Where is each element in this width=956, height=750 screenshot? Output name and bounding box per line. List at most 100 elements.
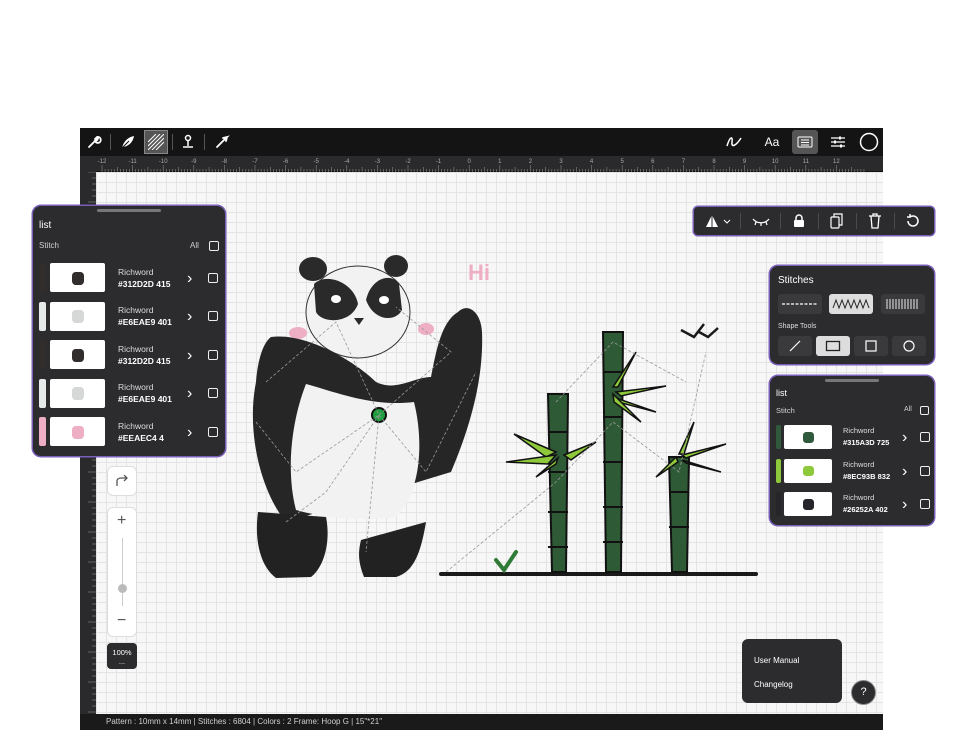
ruler-label: -2	[405, 159, 411, 165]
right-stitch-list-panel: list Stitch All Richword #315A3D 725 › Rich…	[770, 376, 934, 525]
chevron-right-icon[interactable]: ›	[187, 347, 192, 365]
thread-code: #312D2D 415	[118, 278, 171, 289]
chevron-right-icon[interactable]: ›	[187, 424, 192, 442]
ruler-label: -6	[283, 159, 289, 165]
stitch-thumbnail	[50, 378, 105, 408]
color-swatch	[776, 425, 781, 449]
chevron-right-icon[interactable]: ›	[902, 463, 907, 481]
list-item[interactable]: Richword #8EC93B 832 ›	[770, 458, 934, 483]
changelog-link[interactable]: Changelog	[754, 680, 793, 689]
list-item[interactable]: Richword #26252A 402 ›	[770, 492, 934, 516]
item-checkbox[interactable]	[920, 499, 930, 509]
ruler-label: 5	[621, 159, 625, 165]
drag-handle[interactable]	[825, 379, 879, 382]
circle-color-icon[interactable]	[857, 130, 881, 154]
rectangle-tool-icon[interactable]	[816, 336, 850, 356]
list-item[interactable]: Richword #312D2D 415 ›	[33, 340, 225, 369]
zoom-slider-track[interactable]	[122, 538, 123, 606]
all-label: All	[190, 241, 199, 250]
thread-brand: Richword	[118, 343, 154, 354]
lock-icon[interactable]	[782, 207, 816, 235]
list-item[interactable]: Richword #E6EAE9 401 ›	[33, 301, 225, 331]
svg-text:Hi: Hi	[468, 260, 490, 285]
thread-brand: Richword	[118, 305, 154, 315]
ruler-label: -5	[314, 159, 320, 165]
chevron-right-icon[interactable]: ›	[187, 308, 192, 326]
ruler-label: -8	[222, 159, 228, 165]
line-tool-icon[interactable]	[778, 336, 812, 356]
drag-handle[interactable]	[97, 209, 161, 212]
ruler-label: 3	[559, 159, 563, 165]
list-item[interactable]: Richword #312D2D 415 ›	[33, 263, 225, 292]
stitch-thumbnail	[784, 492, 832, 516]
fill-stitch-option[interactable]	[881, 294, 925, 314]
ruler-label: 12	[833, 159, 840, 165]
hatch-fill-icon[interactable]	[144, 130, 168, 154]
bamboo-design	[439, 323, 758, 576]
redo-button[interactable]	[107, 466, 137, 496]
item-checkbox[interactable]	[208, 426, 218, 437]
select-all-checkbox[interactable]	[920, 406, 929, 415]
reset-icon[interactable]	[896, 207, 930, 235]
help-menu: User Manual Changelog	[742, 639, 842, 703]
ruler-label: -9	[191, 159, 197, 165]
arrow-pointer-icon[interactable]	[210, 130, 234, 154]
chevron-right-icon[interactable]: ›	[902, 429, 907, 447]
anchor-point-icon[interactable]	[176, 130, 200, 154]
zoom-slider-thumb[interactable]	[118, 584, 127, 593]
satin-stitch-option[interactable]	[829, 294, 873, 314]
circle-tool-icon[interactable]	[892, 336, 926, 356]
square-tool-icon[interactable]	[854, 336, 888, 356]
thread-brand: Richword	[843, 493, 875, 502]
panel-subtitle: Stitch	[776, 406, 795, 415]
list-item[interactable]: Richword #E6EAE9 401 ›	[33, 378, 225, 408]
chevron-right-icon[interactable]: ›	[902, 496, 907, 514]
keyboard-icon[interactable]	[792, 130, 818, 154]
selection-toolbar	[694, 207, 934, 235]
chevron-right-icon[interactable]: ›	[187, 385, 192, 403]
zoom-out-icon[interactable]: −	[117, 612, 126, 630]
zoom-level-button[interactable]: 100% ...	[107, 643, 137, 669]
running-stitch-option[interactable]	[778, 294, 822, 314]
item-checkbox[interactable]	[208, 349, 218, 360]
chevron-right-icon[interactable]: ›	[187, 270, 192, 288]
zoom-in-icon[interactable]: +	[117, 512, 126, 530]
shape-tools-label: Shape Tools	[778, 323, 817, 330]
ruler-label: 10	[772, 159, 779, 165]
curve-icon[interactable]	[722, 130, 746, 154]
duplicate-icon[interactable]	[820, 207, 854, 235]
stitch-thumbnail	[50, 263, 105, 292]
leaf-icon[interactable]	[116, 130, 140, 154]
panel-subtitle: Stitch	[39, 241, 60, 250]
align-icon[interactable]	[698, 207, 738, 235]
top-toolbar: Aa	[80, 128, 883, 156]
item-checkbox[interactable]	[920, 432, 930, 442]
select-all-checkbox[interactable]	[209, 241, 219, 251]
ruler-label: -12	[98, 159, 107, 165]
thread-code: #EEAEC4 4	[118, 432, 164, 443]
thread-code: #E6EAE9 401	[118, 394, 172, 404]
stitches-title: Stitches	[778, 275, 814, 286]
sliders-icon[interactable]	[826, 130, 850, 154]
hide-icon[interactable]	[744, 207, 778, 235]
zoom-more-text: ...	[118, 657, 126, 666]
list-item[interactable]: Richword #EEAEC4 4 ›	[33, 417, 225, 446]
ruler-label: 11	[803, 159, 810, 165]
text-icon[interactable]: Aa	[760, 130, 784, 154]
color-swatch	[39, 263, 46, 292]
list-item[interactable]: Richword #315A3D 725 ›	[770, 425, 934, 449]
wrench-icon[interactable]	[82, 130, 106, 154]
item-checkbox[interactable]	[208, 272, 218, 283]
item-checkbox[interactable]	[920, 465, 930, 476]
user-manual-link[interactable]: User Manual	[754, 656, 799, 665]
item-checkbox[interactable]	[208, 388, 218, 398]
ruler-label: -3	[375, 159, 381, 165]
help-button[interactable]: ?	[851, 680, 876, 705]
ruler-label: -4	[344, 159, 350, 165]
delete-icon[interactable]	[858, 207, 892, 235]
item-checkbox[interactable]	[208, 311, 218, 321]
thread-code: #8EC93B 832	[843, 471, 891, 481]
panel-title: list	[776, 388, 787, 398]
ruler-label: 9	[743, 159, 747, 165]
ruler-label: 0	[468, 159, 472, 165]
